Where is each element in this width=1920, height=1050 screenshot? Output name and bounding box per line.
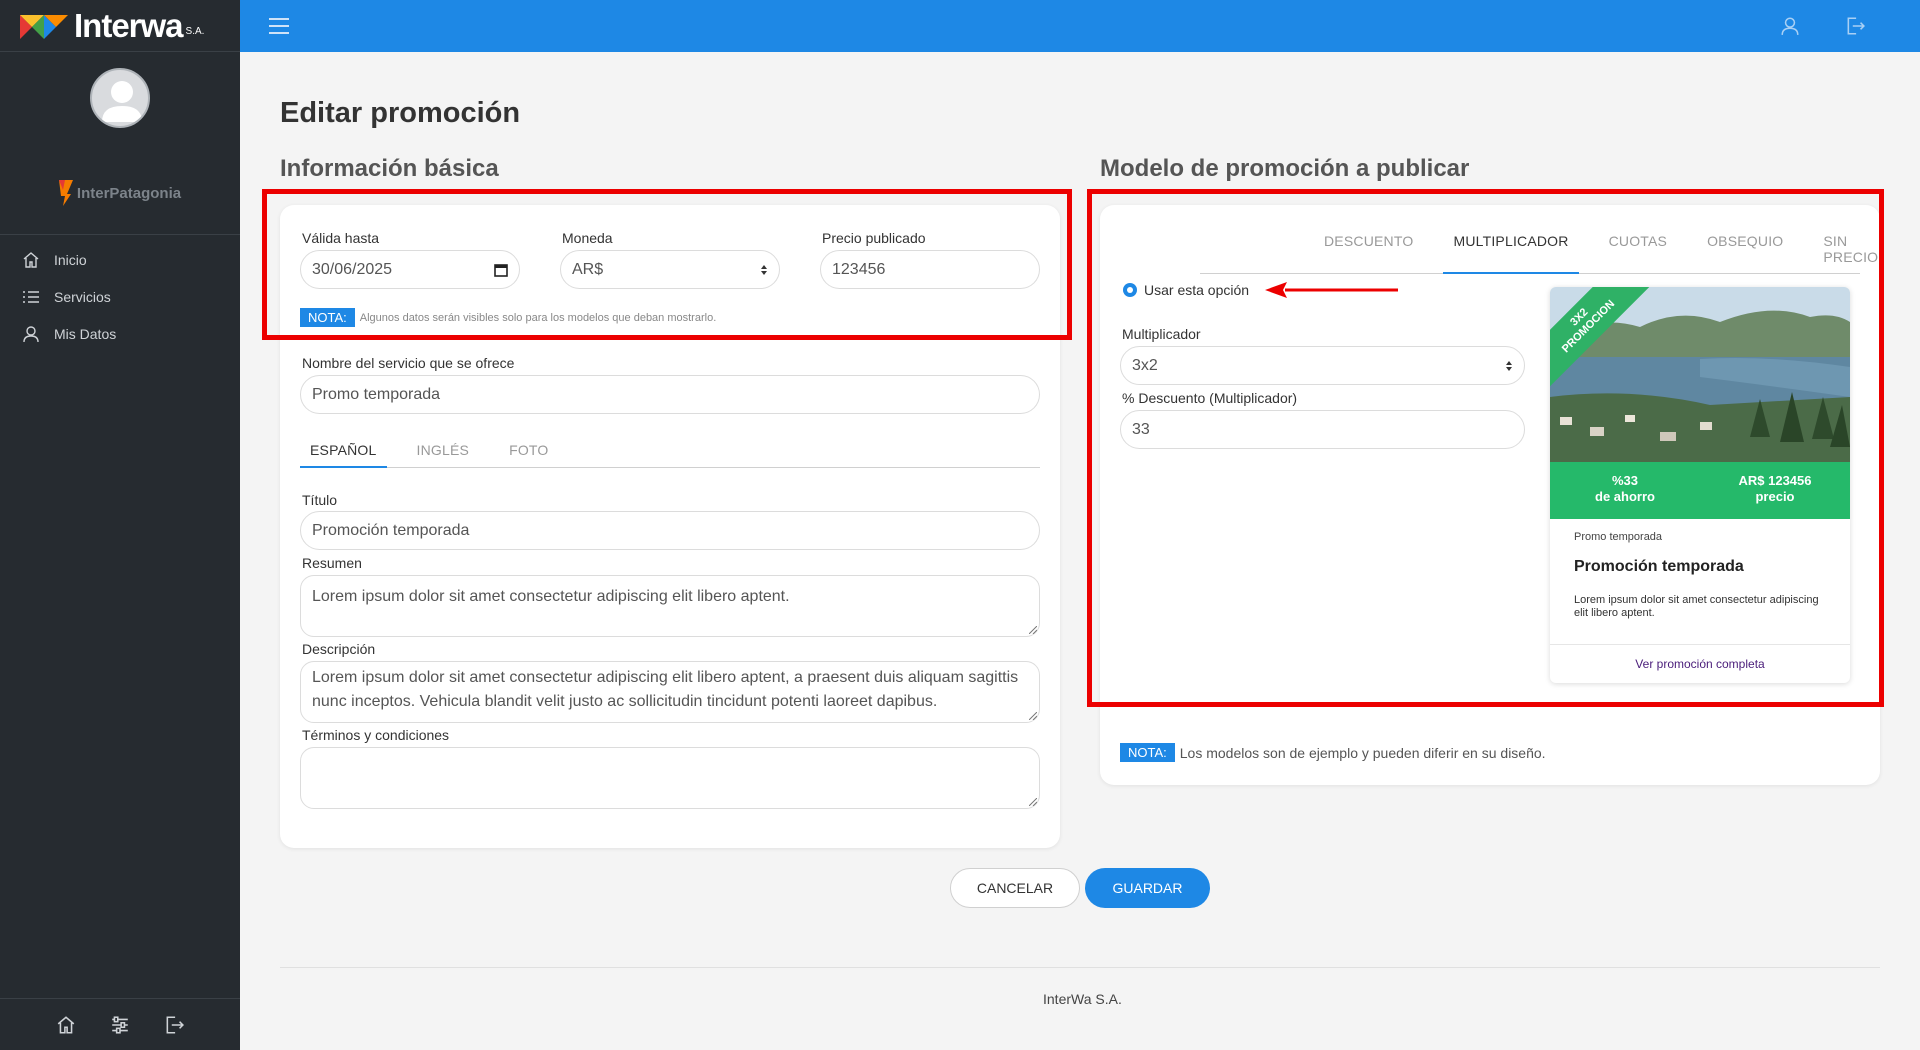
brand: Interwa S.A.	[0, 0, 240, 52]
resize-handle-icon[interactable]	[1029, 798, 1037, 806]
tab-espanol[interactable]: ESPAÑOL	[300, 442, 387, 468]
resumen-value: Lorem ipsum dolor sit amet consectetur a…	[312, 588, 790, 605]
avatar-person-icon	[102, 81, 142, 122]
settings-sliders-icon[interactable]	[110, 1015, 130, 1035]
nota-text: Los modelos son de ejemplo y pueden dife…	[1179, 744, 1546, 761]
brand-name: Interwa	[74, 6, 184, 44]
sidebar-item-label: Servicios	[54, 288, 111, 305]
language-tabs: ESPAÑOL INGLÉS FOTO	[300, 442, 1040, 468]
sidebar-item-label: Mis Datos	[54, 325, 117, 342]
resize-handle-icon[interactable]	[1029, 712, 1037, 720]
resize-handle-icon[interactable]	[1029, 626, 1037, 634]
resumen-label: Resumen	[302, 555, 362, 571]
terminos-textarea[interactable]	[300, 747, 1040, 809]
list-icon	[23, 290, 39, 303]
footer-divider	[280, 967, 1880, 968]
highlight-box-basic	[262, 189, 1072, 340]
sidebar-item-label: Inicio	[54, 251, 87, 268]
model-title: Modelo de promoción a publicar	[1100, 155, 1470, 182]
cancel-button[interactable]: CANCELAR	[950, 868, 1080, 908]
interwa-logo-icon	[20, 14, 68, 39]
terminos-label: Términos y condiciones	[302, 727, 450, 743]
menu-icon[interactable]	[268, 17, 290, 35]
org-flag-icon	[58, 180, 73, 206]
avatar[interactable]	[90, 68, 150, 128]
sidebar-footer	[0, 998, 240, 1050]
org-name: InterPatagonia	[76, 184, 182, 202]
page-title: Editar promoción	[280, 97, 521, 129]
sidebar-nav: Inicio Servicios Mis Datos	[0, 234, 240, 352]
descripcion-label: Descripción	[302, 641, 376, 657]
logout-icon[interactable]	[1845, 16, 1865, 36]
service-name-input[interactable]: Promo temporada	[300, 375, 1040, 414]
service-name-value: Promo temporada	[312, 385, 441, 403]
brand-suffix: S.A.	[185, 26, 205, 37]
user-icon[interactable]	[1780, 16, 1800, 36]
titulo-input[interactable]: Promoción temporada	[300, 511, 1040, 550]
resumen-textarea[interactable]: Lorem ipsum dolor sit amet consectetur a…	[300, 575, 1040, 637]
topbar	[240, 0, 1920, 52]
descripcion-textarea[interactable]: Lorem ipsum dolor sit amet consectetur a…	[300, 661, 1040, 723]
brand-logo[interactable]: Interwa S.A.	[20, 7, 204, 45]
sidebar-item-mis-datos[interactable]: Mis Datos	[0, 315, 240, 352]
user-icon	[23, 325, 39, 342]
titulo-value: Promoción temporada	[312, 521, 470, 539]
logout-icon[interactable]	[164, 1015, 184, 1035]
tab-foto[interactable]: FOTO	[499, 442, 558, 467]
home-icon[interactable]	[56, 1015, 76, 1035]
footer-text: InterWa S.A.	[1043, 991, 1122, 1007]
save-button[interactable]: GUARDAR	[1085, 868, 1210, 908]
basic-info-title: Información básica	[280, 155, 499, 182]
descripcion-value: Lorem ipsum dolor sit amet consectetur a…	[312, 669, 1019, 710]
sidebar-item-inicio[interactable]: Inicio	[0, 241, 240, 278]
tab-ingles[interactable]: INGLÉS	[407, 442, 480, 467]
nota-badge: NOTA:	[1120, 743, 1175, 762]
sidebar-item-servicios[interactable]: Servicios	[0, 278, 240, 315]
model-note: NOTA: Los modelos son de ejemplo y puede…	[1120, 743, 1546, 762]
home-icon	[23, 251, 39, 268]
sidebar: Interwa S.A. InterPatagonia Inicio Servi…	[0, 0, 240, 1050]
titulo-label: Título	[302, 492, 338, 508]
service-name-label: Nombre del servicio que se ofrece	[302, 355, 515, 371]
highlight-box-model	[1087, 189, 1884, 707]
org-logo: InterPatagonia	[0, 180, 240, 206]
